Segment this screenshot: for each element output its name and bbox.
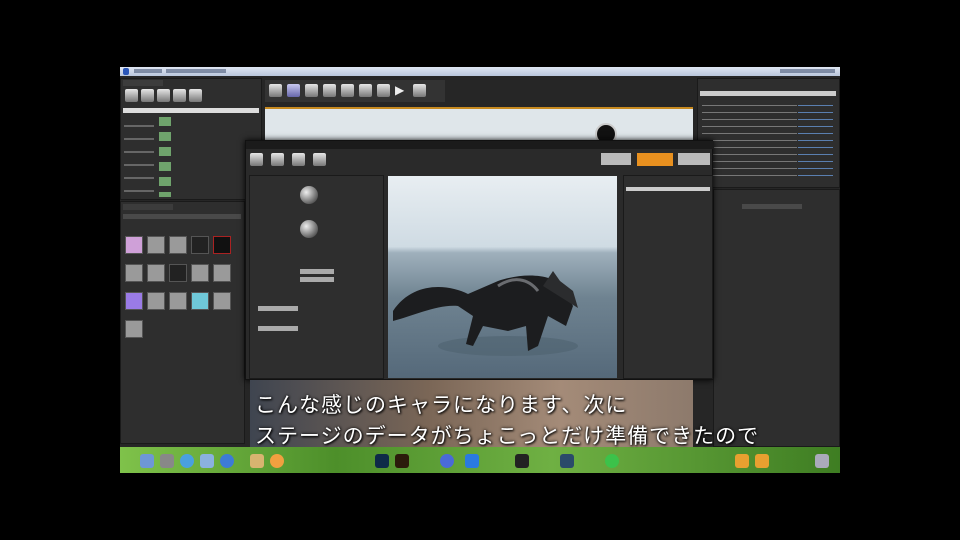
content-browser: [120, 201, 245, 444]
skeleton-tree: [623, 175, 713, 379]
terminal-icon[interactable]: [515, 454, 529, 468]
skeleton-search[interactable]: [626, 187, 710, 191]
outliner-rows[interactable]: [702, 101, 797, 181]
property-field[interactable]: [258, 326, 298, 331]
details-hint: [742, 204, 802, 209]
trash-icon[interactable]: [815, 454, 829, 468]
subtitle: こんな感じのキャラになります、次に ステージのデータがちょこっとだけ準備できたの…: [255, 390, 759, 452]
path-bar[interactable]: [123, 214, 241, 219]
save-icon[interactable]: [250, 153, 263, 166]
skeleton-mode-button[interactable]: [601, 153, 631, 165]
photoshop-icon[interactable]: [375, 454, 389, 468]
persona-toolbar: [250, 153, 326, 166]
app-menu[interactable]: [134, 69, 162, 73]
foliage-mode-icon[interactable]: [173, 89, 186, 102]
launch-icon[interactable]: [413, 84, 426, 97]
play-icon[interactable]: ▶: [395, 84, 408, 97]
window-titlebar[interactable]: [246, 141, 714, 149]
steam-icon[interactable]: [560, 454, 574, 468]
asset-thumb[interactable]: [125, 236, 143, 254]
blueprints-icon[interactable]: [359, 84, 372, 97]
asset-thumb[interactable]: [191, 236, 209, 254]
geometry-mode-icon[interactable]: [189, 89, 202, 102]
asset-thumb[interactable]: [125, 292, 143, 310]
asset-thumb[interactable]: [125, 264, 143, 282]
source-control-icon[interactable]: [287, 84, 300, 97]
notes-icon[interactable]: [250, 454, 264, 468]
material-thumb[interactable]: [300, 220, 318, 238]
content-icon[interactable]: [305, 84, 318, 97]
asset-thumb[interactable]: [169, 236, 187, 254]
animation-mode-button[interactable]: [678, 153, 710, 165]
paint-mode-icon[interactable]: [141, 89, 154, 102]
unreal-icon[interactable]: [440, 454, 454, 468]
asset-thumb[interactable]: [213, 236, 231, 254]
illustrator-icon[interactable]: [395, 454, 409, 468]
asset-thumb[interactable]: [125, 320, 143, 338]
finder-icon[interactable]: [140, 454, 154, 468]
asset-thumb[interactable]: [213, 292, 231, 310]
world-outliner: [697, 78, 840, 188]
place-mode-icon[interactable]: [125, 89, 138, 102]
settings-icon[interactable]: [341, 84, 354, 97]
asset-thumb[interactable]: [191, 264, 209, 282]
safari-icon[interactable]: [180, 454, 194, 468]
subtitle-line-2: ステージのデータがちょこっとだけ準備できたので: [255, 424, 760, 448]
property-field[interactable]: [300, 269, 334, 274]
wolf-character: [393, 271, 578, 356]
persona-viewport[interactable]: [388, 176, 617, 378]
launchpad-icon[interactable]: [160, 454, 174, 468]
calendar-icon[interactable]: [270, 454, 284, 468]
asset-thumb[interactable]: [191, 292, 209, 310]
chrome-icon[interactable]: [220, 454, 234, 468]
menu-bar: [120, 67, 840, 76]
level-viewport[interactable]: [265, 107, 693, 145]
mode-icons: [125, 89, 202, 102]
asset-thumb[interactable]: [169, 264, 187, 282]
twitter-icon[interactable]: [465, 454, 479, 468]
mail-icon[interactable]: [200, 454, 214, 468]
folder-icon[interactable]: [735, 454, 749, 468]
asset-thumb[interactable]: [147, 236, 165, 254]
mesh-details: [249, 175, 384, 379]
material-thumb[interactable]: [300, 186, 318, 204]
menu-items[interactable]: [166, 69, 226, 73]
asset-thumb[interactable]: [147, 264, 165, 282]
asset-grid: [125, 236, 233, 338]
reimport-icon[interactable]: [292, 153, 305, 166]
mode-categories[interactable]: [124, 117, 154, 197]
modes-panel: [120, 78, 262, 200]
landscape-mode-icon[interactable]: [157, 89, 170, 102]
asset-thumb[interactable]: [147, 292, 165, 310]
level-toolbar: ▶: [265, 80, 445, 102]
property-field[interactable]: [300, 277, 334, 282]
subtitle-line-1: こんな感じのキャラになります、次に: [255, 393, 628, 417]
asset-thumb[interactable]: [169, 292, 187, 310]
asset-thumb[interactable]: [213, 264, 231, 282]
mesh-mode-button[interactable]: [637, 153, 673, 166]
status-items: [780, 69, 835, 73]
outliner-types: [798, 101, 833, 181]
folder-icon[interactable]: [755, 454, 769, 468]
find-in-browser-icon[interactable]: [271, 153, 284, 166]
save-icon[interactable]: [269, 84, 282, 97]
outliner-search[interactable]: [700, 91, 836, 96]
record-icon[interactable]: [313, 153, 326, 166]
apple-menu-icon[interactable]: [123, 68, 129, 75]
search-input[interactable]: [123, 108, 259, 113]
actor-icons: [159, 117, 171, 197]
modes-tab[interactable]: [123, 80, 163, 86]
property-field[interactable]: [258, 306, 298, 311]
build-icon[interactable]: [377, 84, 390, 97]
marketplace-icon[interactable]: [323, 84, 336, 97]
line-icon[interactable]: [605, 454, 619, 468]
content-browser-tab[interactable]: [123, 204, 173, 210]
